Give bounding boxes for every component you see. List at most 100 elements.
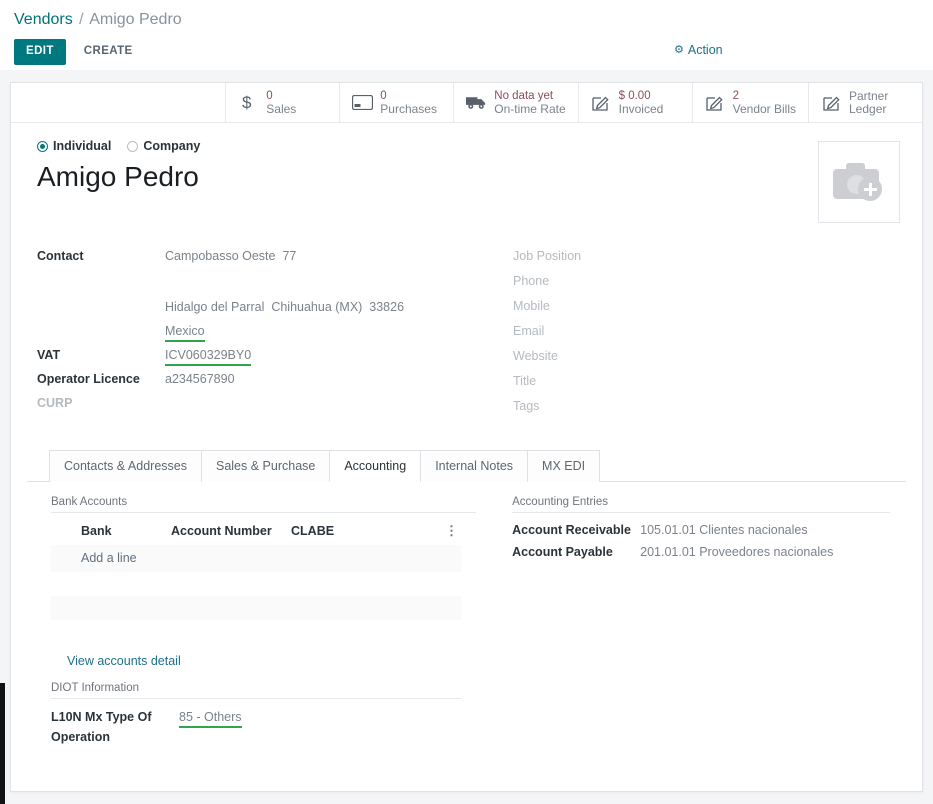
label-phone: Phone (513, 269, 897, 293)
value-vat-wrap: ICV060329BY0 (165, 343, 477, 367)
value-vat[interactable]: ICV060329BY0 (165, 347, 251, 366)
tab-internal-notes[interactable]: Internal Notes (420, 450, 528, 482)
label-tags: Tags (513, 394, 897, 418)
bank-accounts-section: Bank Accounts Bank Account Number CLABE … (43, 496, 476, 747)
stat-button-invoiced[interactable]: $ 0.00 Invoiced (578, 83, 692, 122)
label-l10n-line1: L10N Mx Type Of (51, 707, 179, 727)
accounting-entries-title: Accounting Entries (512, 496, 890, 513)
svg-text:$: $ (242, 93, 252, 112)
left-scrollbar-artifact[interactable] (0, 683, 5, 804)
contact-right-column: Job Position Phone Mobile Email Website … (477, 244, 897, 419)
record-sheet: $ 0 Sales 0 Purchases (10, 82, 923, 792)
radio-company[interactable]: Company (127, 139, 200, 153)
toolbar: EDIT CREATE ⚙ Action (14, 39, 919, 65)
address-country-line: Mexico (165, 319, 477, 343)
tab-contacts-addresses[interactable]: Contacts & Addresses (49, 450, 202, 482)
diot-title: DIOT Information (51, 682, 461, 699)
label-account-receivable: Account Receivable (512, 519, 640, 541)
breadcrumb-root[interactable]: Vendors (14, 11, 73, 28)
bank-accounts-table: Bank Account Number CLABE ⋮ Add a line (51, 519, 461, 620)
column-header-bank: Bank (51, 524, 171, 538)
label-l10n-mx-type-of-operation: L10N Mx Type Of Operation (51, 707, 179, 747)
control-panel: Vendors / Amigo Pedro EDIT CREATE ⚙ Acti… (0, 0, 933, 70)
label-mobile: Mobile (513, 294, 897, 318)
label-l10n-line2: Operation (51, 727, 179, 747)
address-city-line: Hidalgo del Parral Chihuahua (MX) 33826 (165, 295, 477, 319)
dollar-icon: $ (238, 93, 259, 112)
stat-label-on-time-rate: On-time Rate (494, 103, 565, 116)
address-zip: 33826 (369, 300, 404, 314)
address-street2: 77 (282, 249, 296, 263)
stat-value-sales: 0 (266, 90, 296, 103)
stat-label-purchases: Purchases (380, 103, 437, 116)
label-job-position: Job Position (513, 244, 897, 268)
stat-label-partner-ledger-line1: Partner (849, 90, 888, 103)
tab-accounting[interactable]: Accounting (329, 450, 421, 482)
address-city: Hidalgo del Parral (165, 300, 264, 314)
stat-button-partner-ledger[interactable]: Partner Ledger (808, 83, 922, 122)
odoo-partner-form-page: Vendors / Amigo Pedro EDIT CREATE ⚙ Acti… (0, 0, 933, 804)
field-operator-licence: Operator Licence a234567890 (37, 367, 477, 391)
label-website: Website (513, 344, 897, 368)
sheet-body: Individual Company Amigo Pedro Contact C… (11, 123, 922, 747)
stat-button-vendor-bills[interactable]: 2 Vendor Bills (692, 83, 808, 122)
address-country[interactable]: Mexico (165, 323, 205, 342)
field-curp: CURP (37, 391, 477, 415)
label-contact: Contact (37, 244, 165, 268)
value-account-receivable[interactable]: 105.01.01 Clientes nacionales (640, 519, 807, 541)
pencil-square-icon (821, 94, 842, 112)
breadcrumb-current: Amigo Pedro (89, 11, 182, 28)
stat-label-partner-ledger-line2: Ledger (849, 103, 888, 116)
stat-button-sales[interactable]: $ 0 Sales (225, 83, 339, 122)
value-operator-licence[interactable]: a234567890 (165, 367, 477, 391)
table-footer-filler (51, 596, 461, 620)
optional-columns-dropdown[interactable]: ⋮ (401, 524, 461, 538)
value-contact-address[interactable]: Campobasso Oeste 77 Hidalgo del Parral C… (165, 244, 477, 343)
partner-type-radio-group: Individual Company (37, 139, 906, 153)
label-operator-licence: Operator Licence (37, 367, 165, 391)
notebook: Contacts & Addresses Sales & Purchase Ac… (27, 449, 906, 747)
field-account-payable: Account Payable 201.01.01 Proveedores na… (512, 541, 890, 563)
radio-company-dot (127, 141, 138, 152)
avatar-upload[interactable] (818, 141, 900, 223)
gear-icon: ⚙ (674, 45, 684, 56)
radio-company-label: Company (143, 139, 200, 153)
create-button[interactable]: CREATE (74, 40, 143, 64)
stat-value-invoiced: $ 0.00 (619, 90, 664, 103)
label-account-payable: Account Payable (512, 541, 640, 563)
value-l10n-wrap: 85 - Others (179, 707, 242, 728)
value-account-payable[interactable]: 201.01.01 Proveedores nacionales (640, 541, 833, 563)
bank-accounts-title: Bank Accounts (51, 496, 476, 513)
value-l10n-mx-type-of-operation[interactable]: 85 - Others (179, 709, 242, 728)
field-vat: VAT ICV060329BY0 (37, 343, 477, 367)
notebook-tabs: Contacts & Addresses Sales & Purchase Ac… (27, 449, 906, 482)
edit-button[interactable]: EDIT (14, 39, 66, 65)
label-email: Email (513, 319, 897, 343)
add-a-line-button[interactable]: Add a line (51, 545, 461, 572)
label-curp: CURP (37, 391, 165, 415)
stat-button-box: $ 0 Sales 0 Purchases (11, 83, 922, 123)
address-street-line: Campobasso Oeste 77 (165, 244, 477, 268)
page-title: Amigo Pedro (37, 160, 906, 194)
stat-label-invoiced: Invoiced (619, 103, 664, 116)
action-menu-button[interactable]: ⚙ Action (674, 43, 723, 57)
stat-button-purchases[interactable]: 0 Purchases (339, 83, 453, 122)
tab-mx-edi[interactable]: MX EDI (527, 450, 600, 482)
radio-individual[interactable]: Individual (37, 139, 111, 153)
stat-button-on-time-rate[interactable]: No data yet On-time Rate (453, 83, 577, 122)
radio-individual-dot (37, 141, 48, 152)
address-state: Chihuahua (MX) (271, 300, 362, 314)
contact-field-area: Contact Campobasso Oeste 77 Hidalgo del … (27, 244, 906, 419)
address-street: Campobasso Oeste (165, 249, 275, 263)
label-title: Title (513, 369, 897, 393)
tab-sales-purchase[interactable]: Sales & Purchase (201, 450, 330, 482)
accounting-entries-section: Accounting Entries Account Receivable 10… (476, 496, 890, 747)
view-accounts-detail-link[interactable]: View accounts detail (67, 654, 181, 668)
vertical-dots-icon: ⋮ (445, 523, 458, 538)
address-spacer (165, 268, 477, 295)
label-vat: VAT (37, 343, 165, 367)
field-account-receivable: Account Receivable 105.01.01 Clientes na… (512, 519, 890, 541)
tab-pane-accounting: Bank Accounts Bank Account Number CLABE … (27, 482, 906, 747)
breadcrumb: Vendors / Amigo Pedro (14, 10, 919, 30)
bank-accounts-header-row: Bank Account Number CLABE ⋮ (51, 519, 461, 545)
